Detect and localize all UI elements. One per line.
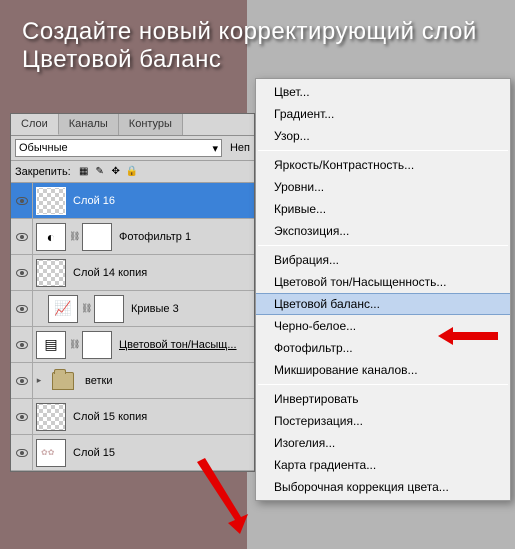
layers-list: Слой 16◐⛓Фотофильтр 1Слой 14 копия📈⛓Крив…	[11, 183, 254, 471]
layer-thumb[interactable]: ✿✿	[36, 439, 66, 467]
adjustment-layer-menu: Цвет...Градиент...Узор... Яркость/Контрас…	[255, 78, 511, 501]
layer-row[interactable]: ▤⛓ Цветовой тон/Насыщ...	[11, 327, 254, 363]
blend-row: Обычные ▾ Неп	[11, 136, 254, 161]
menu-item[interactable]: Постеризация...	[256, 410, 510, 432]
lock-brush-icon[interactable]: ✎	[93, 165, 107, 179]
red-arrow-1	[438, 324, 498, 348]
menu-item[interactable]: Карта градиента...	[256, 454, 510, 476]
menu-item[interactable]: Выборочная коррекция цвета...	[256, 476, 510, 498]
eye-icon	[16, 449, 28, 457]
menu-item[interactable]: Цветовой тон/Насыщенность...	[256, 271, 510, 293]
layer-name-label[interactable]: ветки	[85, 375, 112, 387]
lock-label: Закрепить:	[15, 166, 71, 178]
eye-icon	[16, 341, 28, 349]
lock-row: Закрепить: ▦ ✎ ✥ 🔒	[11, 161, 254, 183]
layer-row[interactable]: Слой 14 копия	[11, 255, 254, 291]
opacity-label: Неп	[230, 142, 250, 154]
layer-row[interactable]: 📈⛓ Кривые 3	[11, 291, 254, 327]
visibility-toggle[interactable]	[11, 435, 33, 470]
menu-item[interactable]: Микширование каналов...	[256, 359, 510, 381]
menu-item[interactable]: Инвертировать	[256, 388, 510, 410]
eye-icon	[16, 377, 28, 385]
panel-tabs: Слои Каналы Контуры	[11, 114, 254, 136]
lock-position-icon[interactable]: ✥	[109, 165, 123, 179]
chevron-down-icon: ▾	[212, 142, 218, 155]
adjustment-thumb[interactable]: ◐	[36, 223, 66, 251]
layer-name-label[interactable]: Слой 15 копия	[73, 411, 147, 423]
visibility-toggle[interactable]	[11, 219, 33, 254]
menu-item[interactable]: Вибрация...	[256, 249, 510, 271]
menu-item[interactable]: Кривые...	[256, 198, 510, 220]
menu-separator	[258, 150, 508, 151]
visibility-toggle[interactable]	[11, 327, 33, 362]
layer-row[interactable]: ◐⛓ Фотофильтр 1	[11, 219, 254, 255]
layer-name-label[interactable]: Слой 15	[73, 447, 115, 459]
adjustment-thumb[interactable]: 📈	[48, 295, 78, 323]
tab-channels[interactable]: Каналы	[59, 114, 119, 135]
layer-name-label[interactable]: Фотофильтр 1	[119, 231, 191, 243]
folder-icon	[48, 367, 78, 395]
layer-row[interactable]: Слой 15 копия	[11, 399, 254, 435]
instruction-headline: Создайте новый корректирующий слой Цвето…	[22, 18, 495, 73]
blend-mode-select[interactable]: Обычные ▾	[15, 139, 222, 157]
visibility-toggle[interactable]	[11, 291, 33, 326]
layer-name-label[interactable]: Слой 16	[73, 195, 115, 207]
layer-thumb[interactable]	[36, 187, 66, 215]
eye-icon	[16, 305, 28, 313]
eye-icon	[16, 269, 28, 277]
menu-item[interactable]: Уровни...	[256, 176, 510, 198]
layer-thumb[interactable]	[36, 259, 66, 287]
blend-mode-value: Обычные	[19, 142, 68, 154]
layer-thumb[interactable]	[36, 403, 66, 431]
mask-thumb[interactable]	[82, 331, 112, 359]
menu-item[interactable]: Цветовой баланс...	[256, 293, 510, 315]
menu-item[interactable]: Узор...	[256, 125, 510, 147]
menu-item[interactable]: Экспозиция...	[256, 220, 510, 242]
indent-spacer	[33, 291, 45, 326]
link-icon[interactable]: ⛓	[69, 231, 79, 242]
menu-item[interactable]: Градиент...	[256, 103, 510, 125]
layer-name-label[interactable]: Слой 14 копия	[73, 267, 147, 279]
layer-row[interactable]: ▸ ветки	[11, 363, 254, 399]
layer-row[interactable]: Слой 16	[11, 183, 254, 219]
visibility-toggle[interactable]	[11, 363, 33, 398]
red-arrow-2	[190, 454, 250, 534]
link-icon[interactable]: ⛓	[69, 339, 79, 350]
mask-thumb[interactable]	[82, 223, 112, 251]
visibility-toggle[interactable]	[11, 399, 33, 434]
adjustment-thumb[interactable]: ▤	[36, 331, 66, 359]
menu-separator	[258, 245, 508, 246]
visibility-toggle[interactable]	[11, 255, 33, 290]
eye-icon	[16, 197, 28, 205]
menu-item[interactable]: Яркость/Контрастность...	[256, 154, 510, 176]
eye-icon	[16, 233, 28, 241]
layers-panel: Слои Каналы Контуры Обычные ▾ Неп Закреп…	[10, 113, 255, 472]
visibility-toggle[interactable]	[11, 183, 33, 218]
lock-transparency-icon[interactable]: ▦	[77, 165, 91, 179]
lock-all-icon[interactable]: 🔒	[125, 165, 139, 179]
tab-layers[interactable]: Слои	[11, 114, 59, 135]
menu-item[interactable]: Изогелия...	[256, 432, 510, 454]
link-icon[interactable]: ⛓	[81, 303, 91, 314]
layer-name-label[interactable]: Кривые 3	[131, 303, 179, 315]
layer-name-label[interactable]: Цветовой тон/Насыщ...	[119, 339, 237, 351]
menu-separator	[258, 384, 508, 385]
menu-item[interactable]: Цвет...	[256, 81, 510, 103]
folder-toggle-icon[interactable]: ▸	[33, 375, 45, 386]
mask-thumb[interactable]	[94, 295, 124, 323]
eye-icon	[16, 413, 28, 421]
tab-paths[interactable]: Контуры	[119, 114, 183, 135]
